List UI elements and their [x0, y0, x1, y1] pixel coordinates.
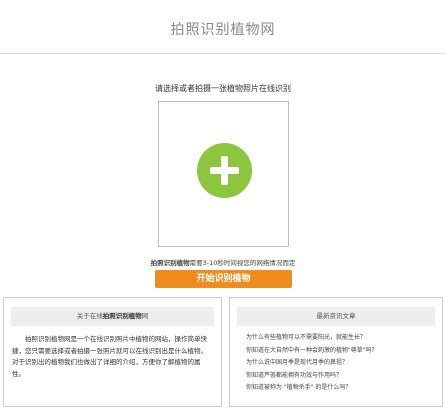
news-item[interactable]: 你知道芦荟都能拥有功效与作用吗？: [246, 370, 434, 383]
news-panel: 最新资讯文章 为什么有些植物可以不需要阳光，就能生长？ 你知道在大自然中有一种会…: [229, 297, 443, 407]
start-recognition-button[interactable]: 开始识别植物: [155, 270, 292, 288]
photo-upload-area[interactable]: [158, 101, 289, 247]
site-header: 拍照识别植物网: [0, 0, 446, 54]
news-item[interactable]: 为什么说中国月季是现代月季的鼻祖？: [246, 357, 434, 370]
news-list: 为什么有些植物可以不需要阳光，就能生长？ 你知道在大自然中有一种会刺激的植物"尊…: [230, 326, 442, 395]
news-item[interactable]: 你知道被称为 "植物杀手" 的是什么吗？: [246, 382, 434, 395]
note-text: 需要3-10秒时间视您的网络情况而定: [189, 259, 296, 267]
about-text: 拍照识别植物网是一个在线识别照片中植物的网站，操作简单快捷，您只需要选择或者拍摄…: [12, 335, 207, 378]
news-item[interactable]: 为什么有些植物可以不需要阳光，就能生长？: [246, 332, 434, 345]
news-panel-title: 最新资讯文章: [237, 307, 435, 326]
recognition-time-note: 拍照识别植物需要3-10秒时间视您的网络情况而定: [0, 257, 446, 267]
upload-prompt: 请选择或者拍摄一张植物照片在线识别: [155, 84, 291, 93]
about-panel-title: 关于在线拍照识别植物网: [11, 307, 214, 326]
note-bold: 拍照识别植物: [150, 259, 190, 267]
about-panel: 关于在线拍照识别植物网 拍照识别植物网是一个在线识别照片中植物的网站，操作简单快…: [3, 297, 222, 407]
page-title: 拍照识别植物网: [170, 22, 276, 38]
news-item[interactable]: 你知道在大自然中有一种会刺激的植物"尊草"吗？: [246, 345, 434, 358]
plus-circle-icon[interactable]: [197, 143, 252, 198]
